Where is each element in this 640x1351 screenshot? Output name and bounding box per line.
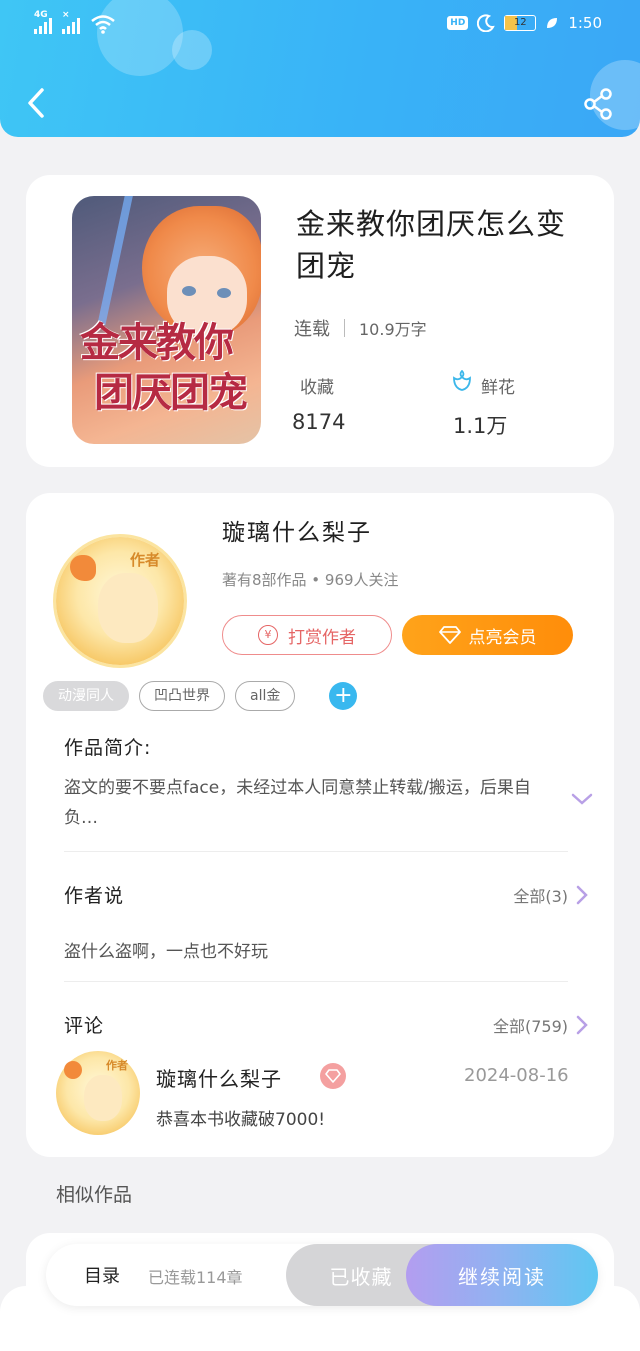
bottom-action-bar: 目录 已连载114章 已收藏 继续阅读 — [46, 1244, 598, 1306]
chevron-down-icon[interactable] — [570, 791, 594, 807]
cover-title-line2: 团厌团宠 — [94, 370, 248, 416]
vip-button[interactable]: 点亮会员 — [402, 615, 573, 655]
vip-gem-icon — [320, 1063, 346, 1089]
cellular-signal-icon: 4G — [34, 10, 52, 34]
intro-text[interactable]: 盗文的要不要点face，未经过本人同意禁止转载/搬运，后果自负… — [64, 773, 544, 833]
comments-more[interactable]: 全部(759) — [493, 1013, 588, 1037]
share-icon[interactable] — [582, 87, 616, 121]
moon-icon — [477, 14, 496, 32]
intro-label: 作品简介: — [64, 737, 152, 759]
flower-icon — [453, 370, 471, 391]
author-says-label: 作者说 — [64, 885, 125, 907]
divider — [64, 981, 568, 982]
cover-title-line1: 金来教你 — [80, 320, 234, 366]
author-meta: 著有8部作品 • 969人关注 — [222, 571, 399, 589]
tag-chip[interactable]: 动漫同人 — [43, 681, 129, 711]
chapter-count[interactable]: 已连载114章 — [148, 1264, 243, 1288]
comments-more-label: 全部(759) — [492, 1017, 568, 1036]
tag-list: 动漫同人 凹凸世界 all金 + — [43, 681, 358, 711]
flowers-label: 鲜花 — [481, 378, 515, 398]
chevron-right-icon — [576, 885, 588, 905]
comment-author-name[interactable]: 璇璃什么梨子 — [156, 1063, 282, 1092]
hd-icon: HD — [447, 16, 469, 30]
tag-chip[interactable]: 凹凸世界 — [139, 681, 225, 711]
tip-author-button[interactable]: ¥ 打赏作者 — [222, 615, 392, 655]
detail-card: 作者 璇璃什么梨子 著有8部作品 • 969人关注 ¥ 打赏作者 点亮会员 动漫… — [26, 493, 614, 1157]
favorites-value: 8174 — [292, 410, 346, 434]
divider — [64, 851, 568, 852]
author-says-more-label: 全部(3) — [513, 887, 568, 906]
author-says-more[interactable]: 全部(3) — [513, 883, 588, 907]
book-info-card: 金来教你 团厌团宠 金来教你团厌怎么变团宠 连载 10.9万字 收藏 8174 … — [26, 175, 614, 467]
leaf-icon — [547, 18, 558, 28]
comment-date: 2024-08-16 — [464, 1065, 569, 1086]
tag-chip[interactable]: all金 — [235, 681, 296, 711]
cellular-signal-2-icon: × — [62, 10, 80, 34]
author-name[interactable]: 璇璃什么梨子 — [222, 513, 372, 547]
toc-button[interactable]: 目录 — [84, 1262, 120, 1288]
add-tag-icon[interactable]: + — [329, 682, 358, 710]
comment-text[interactable]: 恭喜本书收藏破7000! — [156, 1105, 325, 1130]
author-badge: 作者 — [130, 551, 161, 569]
chevron-right-icon — [576, 1015, 588, 1035]
comment-avatar[interactable]: 作者 — [56, 1051, 140, 1135]
wifi-icon — [91, 15, 115, 34]
tip-author-label: 打赏作者 — [288, 627, 356, 648]
vip-label: 点亮会员 — [468, 627, 537, 648]
author-says-text: 盗什么盗啊，一点也不好玩 — [64, 942, 268, 962]
status-bar: 4G × HD 12 1:50 — [0, 10, 640, 44]
word-count: 10.9万字 — [359, 320, 427, 339]
book-title: 金来教你团厌怎么变团宠 — [296, 207, 567, 283]
favorites-label: 收藏 — [300, 378, 334, 398]
continue-reading-button[interactable]: 继续阅读 — [406, 1244, 598, 1306]
comments-label: 评论 — [64, 1015, 105, 1037]
clock: 1:50 — [568, 14, 602, 32]
book-cover[interactable]: 金来教你 团厌团宠 — [72, 196, 261, 444]
author-avatar[interactable]: 作者 — [56, 537, 184, 665]
back-icon[interactable] — [22, 86, 52, 120]
book-meta: 连载 10.9万字 — [294, 315, 427, 341]
flowers-value: 1.1万 — [453, 414, 508, 438]
diamond-icon — [438, 626, 461, 644]
header: 4G × HD 12 1:50 — [0, 0, 640, 137]
yen-icon: ¥ — [258, 625, 278, 645]
book-status: 连载 — [294, 319, 330, 340]
similar-works-label: 相似作品 — [56, 1184, 133, 1206]
battery-icon: 12 — [504, 15, 537, 31]
comment-author-badge: 作者 — [106, 1059, 128, 1072]
